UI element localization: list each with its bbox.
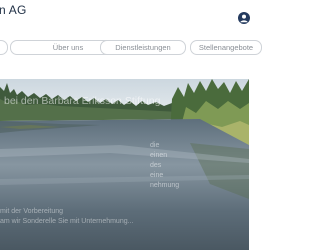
hero-title: bei den Barbara Eriksson Stiftung xyxy=(4,95,161,107)
nav-item-dienstleistungen[interactable]: Dienstleistungen xyxy=(100,40,186,55)
hero-bottom-text: mit der Vorbereitung am wir Sonderelle S… xyxy=(0,207,249,227)
site-header: n AG xyxy=(0,0,250,40)
user-icon[interactable] xyxy=(238,11,250,24)
hero-paragraph-line: die xyxy=(150,142,160,149)
brand-name[interactable]: n AG xyxy=(0,3,26,17)
hero-banner: bei den Barbara Eriksson Stiftung die ei… xyxy=(0,79,249,250)
nav-item-stellenangebote[interactable]: Stellenangebote xyxy=(190,40,262,55)
hero-paragraph-line: nehmung xyxy=(150,182,180,189)
main-navigation: Über uns Dienstleistungen Stellenangebot… xyxy=(0,40,262,55)
nav-item-home[interactable] xyxy=(0,40,8,55)
hero-bottom-line: mit der Vorbereitung xyxy=(0,208,64,215)
hero-paragraph-line: eine xyxy=(150,172,164,179)
hero-paragraph-line: einen xyxy=(150,152,168,159)
hero-bottom-line: am wir Sonderelle Sie mit Unternehmung..… xyxy=(0,218,134,225)
hero-paragraph-line: des xyxy=(150,162,162,169)
hero-paragraph: die einen des eine nehmung xyxy=(150,141,249,191)
